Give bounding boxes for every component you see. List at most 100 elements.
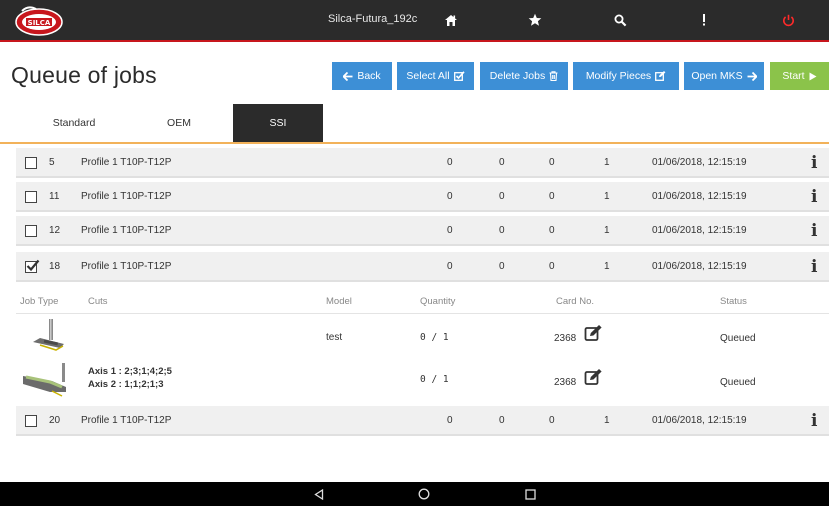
row-checkbox[interactable] bbox=[25, 157, 37, 169]
top-bar: SILCA Silca-Futura_192c bbox=[0, 0, 829, 42]
job-count: 0 bbox=[499, 261, 505, 272]
job-profile: Profile 1 T10P-T12P bbox=[81, 415, 172, 426]
info-icon[interactable]: i bbox=[811, 221, 817, 241]
job-profile: Profile 1 T10P-T12P bbox=[81, 157, 172, 168]
table-row[interactable]: 20 Profile 1 T10P-T12P 0 0 0 1 01/06/201… bbox=[16, 406, 829, 436]
select-all-button[interactable]: Select All bbox=[397, 62, 474, 90]
detail-quantity: 0 / 1 bbox=[420, 374, 449, 385]
job-count: 1 bbox=[604, 191, 610, 202]
detail-card-no: 2368 bbox=[554, 377, 577, 388]
start-label: Start bbox=[782, 70, 805, 82]
info-icon[interactable]: i bbox=[811, 257, 817, 277]
detail-cuts-axis1: Axis 1 : 2;3;1;4;2;5 bbox=[88, 366, 172, 377]
job-count: 0 bbox=[499, 191, 505, 202]
check-square-icon bbox=[453, 71, 465, 81]
job-id: 11 bbox=[49, 191, 60, 202]
detail-cuts-axis2: Axis 2 : 1;1;2;1;3 bbox=[88, 379, 164, 390]
job-date: 01/06/2018, 12:15:19 bbox=[652, 191, 747, 202]
android-nav-bar bbox=[0, 482, 829, 506]
col-model: Model bbox=[326, 296, 352, 307]
open-mks-label: Open MKS bbox=[691, 70, 743, 82]
key-machine-icon bbox=[23, 363, 66, 397]
job-count: 0 bbox=[549, 157, 555, 168]
job-date: 01/06/2018, 12:15:19 bbox=[652, 261, 747, 272]
job-profile: Profile 1 T10P-T12P bbox=[81, 261, 172, 272]
device-name: Silca-Futura_192c bbox=[328, 13, 418, 25]
arrow-right-icon bbox=[747, 71, 757, 81]
delete-jobs-label: Delete Jobs bbox=[489, 70, 546, 82]
job-count: 1 bbox=[604, 261, 610, 272]
detail-quantity: 0 / 1 bbox=[420, 332, 449, 343]
back-nav-icon[interactable] bbox=[311, 486, 327, 502]
detail-header: Job Type Cuts Model Quantity Card No. St… bbox=[16, 290, 829, 312]
power-icon[interactable] bbox=[777, 9, 799, 31]
col-card-no: Card No. bbox=[556, 296, 595, 307]
delete-jobs-button[interactable]: Delete Jobs bbox=[480, 62, 568, 90]
more-icon[interactable] bbox=[693, 9, 715, 31]
info-icon[interactable]: i bbox=[811, 411, 817, 431]
detail-row: test 0 / 1 2368 Queued bbox=[16, 316, 829, 356]
job-id: 18 bbox=[49, 261, 61, 272]
modify-pieces-button[interactable]: Modify Pieces bbox=[573, 62, 679, 90]
start-button[interactable]: Start bbox=[770, 62, 829, 90]
open-mks-button[interactable]: Open MKS bbox=[684, 62, 764, 90]
detail-status: Queued bbox=[720, 333, 756, 344]
detail-row: Axis 1 : 2;3;1;4;2;5 Axis 2 : 1;1;2;1;3 … bbox=[16, 358, 829, 402]
key-blank-icon bbox=[33, 319, 64, 351]
table-row[interactable]: 11 Profile 1 T10P-T12P 0 0 0 1 01/06/201… bbox=[16, 182, 829, 212]
tab-standard[interactable]: Standard bbox=[24, 104, 124, 142]
info-icon[interactable]: i bbox=[811, 153, 817, 173]
job-date: 01/06/2018, 12:15:19 bbox=[652, 225, 747, 236]
modify-pieces-label: Modify Pieces bbox=[585, 70, 652, 82]
col-cuts: Cuts bbox=[88, 296, 108, 307]
edit-card-icon[interactable] bbox=[584, 368, 603, 387]
job-count: 0 bbox=[549, 191, 555, 202]
edit-card-icon[interactable] bbox=[584, 324, 603, 343]
job-profile: Profile 1 T10P-T12P bbox=[81, 191, 172, 202]
select-all-label: Select All bbox=[406, 70, 450, 82]
col-job-type: Job Type bbox=[20, 296, 59, 307]
job-id: 20 bbox=[49, 415, 61, 426]
job-count: 1 bbox=[604, 157, 610, 168]
job-count: 0 bbox=[549, 225, 555, 236]
tab-ssi[interactable]: SSI bbox=[233, 104, 323, 142]
trash-icon bbox=[549, 71, 558, 81]
search-icon[interactable] bbox=[609, 9, 631, 31]
job-date: 01/06/2018, 12:15:19 bbox=[652, 157, 747, 168]
detail-status: Queued bbox=[720, 377, 756, 388]
job-id: 12 bbox=[49, 225, 61, 236]
row-checkbox[interactable] bbox=[25, 225, 37, 237]
info-icon[interactable]: i bbox=[811, 187, 817, 207]
back-label: Back bbox=[357, 70, 381, 82]
home-nav-icon[interactable] bbox=[416, 486, 432, 502]
recents-nav-icon[interactable] bbox=[522, 486, 538, 502]
table-row[interactable]: 18 Profile 1 T10P-T12P 0 0 0 1 01/06/201… bbox=[16, 252, 829, 282]
detail-card-no: 2368 bbox=[554, 333, 577, 344]
tabs-underline bbox=[0, 142, 829, 144]
job-count: 0 bbox=[549, 415, 555, 426]
row-checkbox[interactable] bbox=[25, 415, 37, 427]
silca-logo: SILCA bbox=[15, 6, 63, 36]
job-date: 01/06/2018, 12:15:19 bbox=[652, 415, 747, 426]
edit-icon bbox=[655, 71, 666, 81]
job-count: 0 bbox=[499, 415, 505, 426]
checkmark-icon bbox=[26, 259, 40, 272]
back-button[interactable]: Back bbox=[332, 62, 392, 90]
job-count: 0 bbox=[447, 157, 453, 168]
job-count: 1 bbox=[604, 225, 610, 236]
job-count: 0 bbox=[447, 191, 453, 202]
row-checkbox-checked[interactable] bbox=[25, 259, 40, 273]
star-icon[interactable] bbox=[524, 9, 546, 31]
job-count: 0 bbox=[499, 157, 505, 168]
home-icon[interactable] bbox=[440, 9, 462, 31]
col-quantity: Quantity bbox=[420, 296, 456, 307]
job-count: 1 bbox=[604, 415, 610, 426]
job-count: 0 bbox=[499, 225, 505, 236]
tab-oem[interactable]: OEM bbox=[129, 104, 229, 142]
table-row[interactable]: 12 Profile 1 T10P-T12P 0 0 0 1 01/06/201… bbox=[16, 216, 829, 246]
job-profile: Profile 1 T10P-T12P bbox=[81, 225, 172, 236]
table-row[interactable]: 5 Profile 1 T10P-T12P 0 0 0 1 01/06/2018… bbox=[16, 148, 829, 178]
job-id: 5 bbox=[49, 157, 55, 168]
divider bbox=[16, 313, 829, 314]
row-checkbox[interactable] bbox=[25, 191, 37, 203]
